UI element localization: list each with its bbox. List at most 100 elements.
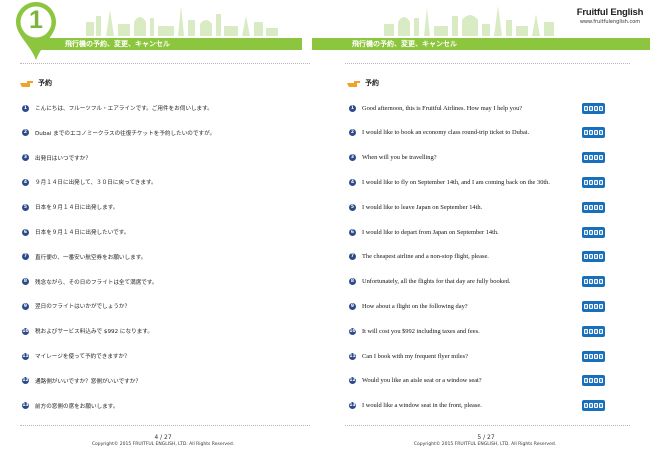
audio-control-segment — [599, 403, 604, 409]
list-item: 8 Unfortunately, all the flights for that… — [349, 276, 510, 288]
list-item: 5 I would like to leave Japan on Septembe… — [349, 201, 482, 213]
audio-control-segment — [594, 130, 599, 136]
list-item: 12 Would you like an aisle seat or a wind… — [349, 375, 482, 387]
audio-controls-icon[interactable] — [582, 350, 605, 362]
audio-control-segment — [599, 179, 604, 185]
item-number-badge: 5 — [349, 203, 356, 211]
item-number-badge: 6 — [22, 228, 29, 236]
item-text: Can I book with my frequent flyer miles? — [362, 352, 468, 360]
section-heading-left: 予約 — [20, 78, 52, 88]
item-text: 出発日はいつですか？ — [35, 155, 91, 162]
list-item: 4 ９月１４日に出発して、３０日に戻ってきます。 — [22, 176, 157, 188]
item-text: The cheapest airline and a non-stop flig… — [362, 253, 489, 261]
list-item: 12 通路側がいいですか？窓側がいいですか？ — [22, 375, 141, 387]
section-label: 予約 — [38, 79, 52, 87]
audio-controls-icon[interactable] — [582, 276, 605, 288]
audio-control-segment — [588, 279, 593, 285]
audio-control-segment — [599, 254, 604, 260]
audio-control-segment — [599, 279, 604, 285]
audio-controls-icon[interactable] — [582, 201, 605, 213]
audio-controls-icon[interactable] — [582, 226, 605, 238]
item-number-badge: 2 — [349, 129, 356, 137]
chapter-number: 1 — [29, 6, 43, 34]
list-item: 1 Good afternoon, this is Fruitful Airlin… — [349, 102, 522, 114]
list-item: 4 I would like to fly on September 14th, … — [349, 176, 550, 188]
audio-control-segment — [583, 303, 588, 309]
item-number-badge: 10 — [349, 327, 356, 335]
copyright-left: Copyright© 2015 FRUITFUL ENGLISH, LTD. A… — [91, 442, 235, 447]
audio-controls-icon[interactable] — [582, 300, 605, 312]
page-number-right: 5 / 27 — [477, 434, 495, 441]
audio-control-segment — [588, 303, 593, 309]
list-item: 2 I would like to book an economy class r… — [349, 127, 529, 139]
audio-control-segment — [588, 179, 593, 185]
list-item: 5 日本を９月１４日に出発します。 — [22, 201, 118, 213]
audio-control-segment — [583, 279, 588, 285]
audio-control-segment — [588, 403, 593, 409]
list-item: 9 翌日のフライトはいかがでしょうか？ — [22, 300, 130, 312]
audio-control-segment — [599, 130, 604, 136]
item-number-badge: 7 — [22, 253, 29, 261]
item-number-badge: 12 — [22, 377, 29, 385]
audio-control-segment — [599, 105, 604, 111]
audio-control-segment — [594, 204, 599, 210]
list-item: 7 直行便の、一番安い航空券をお願いします。 — [22, 251, 146, 263]
item-number-badge: 13 — [22, 402, 29, 410]
audio-control-segment — [594, 328, 599, 334]
audio-controls-icon[interactable] — [582, 375, 605, 387]
list-item: 3 When will you be travelling? — [349, 152, 437, 164]
city-skyline-left-icon — [86, 6, 278, 36]
item-number-badge: 6 — [349, 228, 356, 236]
item-text: 直行便の、一番安い航空券をお願いします。 — [35, 254, 147, 261]
divider-bottom-right — [345, 425, 630, 426]
audio-controls-icon[interactable] — [582, 127, 605, 139]
audio-control-segment — [583, 328, 588, 334]
audio-control-segment — [583, 204, 588, 210]
list-item: 9 How about a flight on the following day… — [349, 300, 468, 312]
item-number-badge: 9 — [349, 302, 356, 310]
list-item: 13 前方の窓側の席をお願いします。 — [22, 400, 118, 412]
list-item: 6 I would like to depart from Japan on Se… — [349, 226, 499, 238]
audio-control-segment — [588, 130, 593, 136]
item-text: 通路側がいいですか？窓側がいいですか？ — [35, 378, 141, 385]
item-number-badge: 4 — [349, 178, 356, 186]
item-text: 税およびサービス料込みで $992 になります。 — [35, 329, 153, 336]
item-number-badge: 5 — [22, 203, 29, 211]
item-text: Dubai までのエコノミークラスの往復チケットを予約したいのですが。 — [35, 130, 216, 137]
audio-control-segment — [588, 105, 593, 111]
audio-controls-icon[interactable] — [582, 152, 605, 164]
item-number-badge: 1 — [349, 104, 356, 112]
audio-controls-icon[interactable] — [582, 102, 605, 114]
audio-control-segment — [599, 378, 604, 384]
audio-control-segment — [588, 254, 593, 260]
audio-controls-icon[interactable] — [582, 251, 605, 263]
section-label: 予約 — [365, 79, 379, 87]
audio-control-segment — [583, 403, 588, 409]
item-text: 日本を９月１４日に出発したいです。 — [35, 230, 130, 236]
list-item: 13 I would like a window seat in the fron… — [349, 400, 482, 412]
item-text: It will cost you $992 including taxes an… — [362, 327, 480, 335]
item-number-badge: 7 — [349, 253, 356, 261]
item-text: こんにちは、フルーツフル・エアラインです。ご用件をお伺いします。 — [35, 106, 213, 112]
audio-controls-icon[interactable] — [582, 176, 605, 188]
list-item: 10 税およびサービス料込みで $992 になります。 — [22, 325, 153, 337]
list-item: 6 日本を９月１４日に出発したいです。 — [22, 226, 129, 238]
item-number-badge: 9 — [22, 302, 29, 310]
item-number-badge: 11 — [22, 352, 29, 360]
pointing-hand-icon — [20, 80, 33, 87]
divider-top-right — [345, 63, 630, 64]
item-text: When will you be travelling? — [362, 154, 437, 162]
audio-control-segment — [594, 403, 599, 409]
audio-control-segment — [588, 353, 593, 359]
item-text: 前方の窓側の席をお願いします。 — [35, 403, 119, 410]
audio-controls-icon[interactable] — [582, 325, 605, 337]
audio-control-segment — [594, 303, 599, 309]
header-title-right: 飛行機の予約、変更、キャンセル — [352, 40, 457, 48]
audio-controls-icon[interactable] — [582, 400, 605, 412]
item-number-badge: 8 — [22, 278, 29, 286]
audio-control-segment — [594, 353, 599, 359]
item-text: 日本を９月１４日に出発します。 — [35, 205, 119, 212]
item-text: I would like to depart from Japan on Sep… — [362, 228, 499, 236]
item-number-badge: 13 — [349, 402, 356, 410]
list-item: 11 マイレージを使って予約できますか？ — [22, 350, 130, 362]
